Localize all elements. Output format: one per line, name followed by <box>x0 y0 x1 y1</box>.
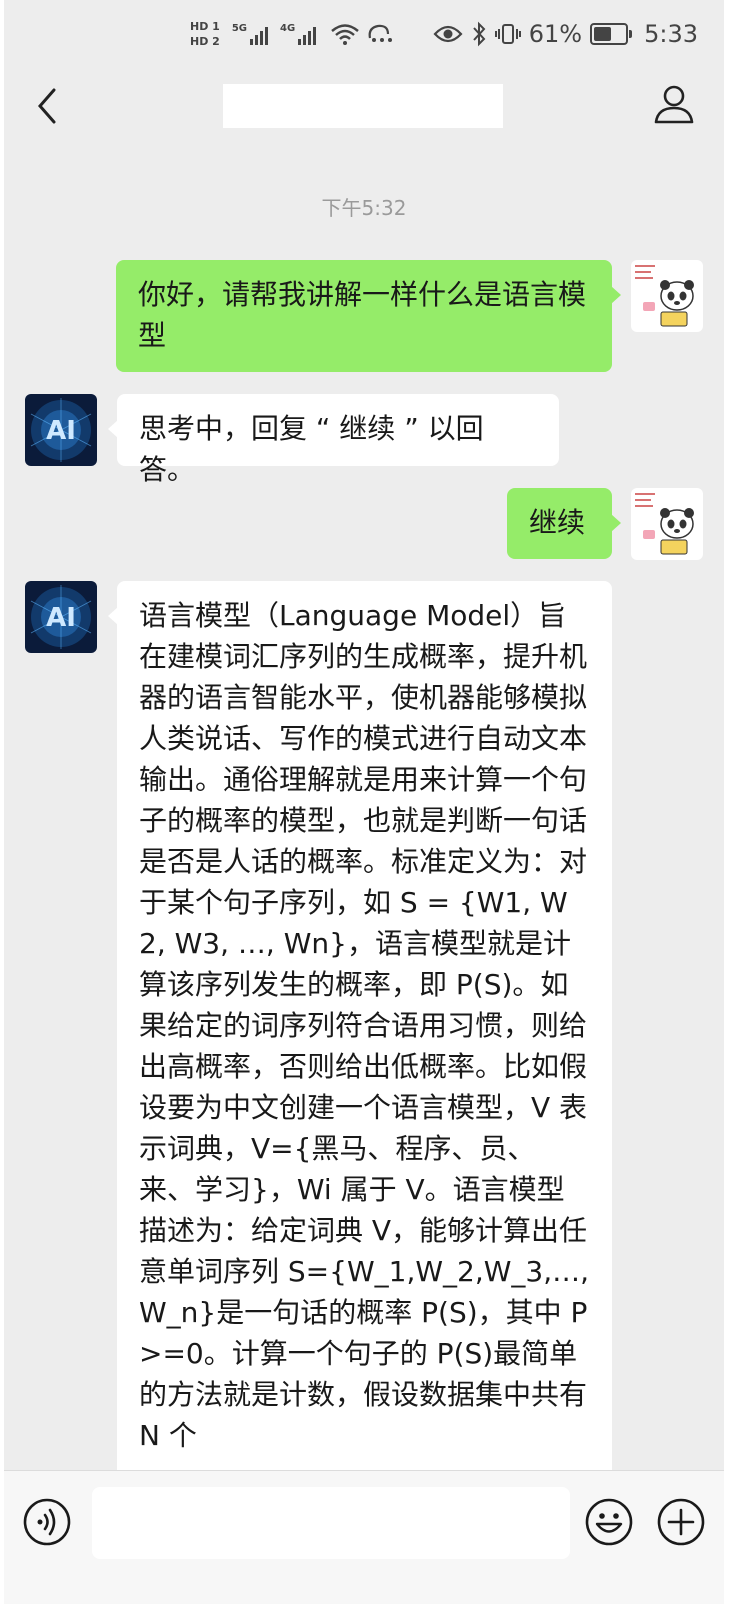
hd2-label: HD 2 <box>190 35 220 48</box>
vibrate-icon <box>494 24 521 44</box>
status-bar: HD 1 HD 2 5G 4G 61% 5:33 <box>4 0 724 68</box>
panda-avatar-icon <box>631 260 703 332</box>
my-message-bubble[interactable]: 继续 <box>507 488 621 559</box>
svg-text:AI: AI <box>46 416 76 446</box>
back-button[interactable] <box>28 84 68 128</box>
chat-input-bar <box>4 1470 724 1604</box>
bot-message-bubble[interactable]: 思考中，回复 “ 继续 ” 以回答。 <box>108 394 559 486</box>
message-text: 思考中，回复 “ 继续 ” 以回答。 <box>139 412 484 486</box>
ai-avatar-icon: AI <box>25 394 97 466</box>
signal-5g-icon: 5G <box>232 23 268 45</box>
ai-avatar-icon: AI <box>25 581 97 653</box>
profile-button[interactable] <box>652 82 696 126</box>
network-4g-label: 4G <box>280 23 296 34</box>
battery-level <box>594 27 612 41</box>
chat-header <box>4 68 724 148</box>
message-input[interactable] <box>92 1487 570 1559</box>
emoji-button[interactable] <box>584 1497 634 1547</box>
voice-button[interactable] <box>22 1497 72 1547</box>
message-text: 语言模型（Language Model）旨在建模词汇序列的生成概率，提升机器的语… <box>139 599 590 1452</box>
message-text: 继续 <box>529 506 586 539</box>
chat-screen: HD 1 HD 2 5G 4G 61% 5:33 下午5:32 你好，请帮我讲解… <box>4 0 724 1604</box>
hd1-label: HD 1 <box>190 20 220 33</box>
plus-button[interactable] <box>656 1497 706 1547</box>
hd-indicators: HD 1 HD 2 <box>190 20 220 48</box>
clock: 5:33 <box>644 20 698 48</box>
my-message-bubble[interactable]: 你好，请帮我讲解一样什么是语言模型 <box>116 260 621 372</box>
bot-avatar[interactable]: AI <box>25 394 97 466</box>
chat-title-redacted <box>223 84 503 128</box>
bot-avatar[interactable]: AI <box>25 581 97 653</box>
system-indicators: 61% 5:33 <box>433 16 698 52</box>
panda-avatar-icon <box>631 488 703 560</box>
svg-text:AI: AI <box>46 603 76 633</box>
my-avatar[interactable] <box>631 260 703 332</box>
bot-message-bubble[interactable]: 语言模型（Language Model）旨在建模词汇序列的生成概率，提升机器的语… <box>108 581 612 1541</box>
signal-4g-icon: 4G <box>280 23 317 45</box>
eye-icon <box>433 25 463 43</box>
network-indicators: HD 1 HD 2 5G 4G <box>190 14 394 54</box>
hotspot-icon <box>368 24 393 42</box>
network-5g-label: 5G <box>231 23 247 34</box>
my-avatar[interactable] <box>631 488 703 560</box>
message-timestamp: 下午5:32 <box>321 196 407 220</box>
wifi-icon <box>331 24 359 45</box>
battery-percent: 61% <box>528 20 583 48</box>
message-text: 你好，请帮我讲解一样什么是语言模型 <box>138 278 587 352</box>
bluetooth-icon <box>473 21 486 47</box>
battery-icon <box>590 23 633 45</box>
